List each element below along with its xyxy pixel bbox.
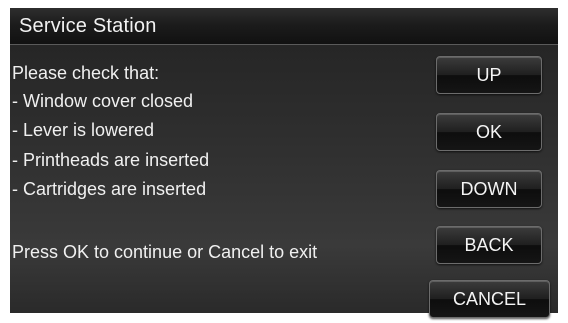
page-title: Service Station xyxy=(19,15,157,37)
checklist-item-window-cover: - Window cover closed xyxy=(12,91,194,111)
printer-screen: Service Station Please check that: - Win… xyxy=(0,0,568,323)
ok-button[interactable]: OK xyxy=(436,113,542,151)
checklist-item-printheads: - Printheads are inserted xyxy=(12,150,210,170)
title-bar: Service Station xyxy=(10,8,558,45)
ok-button-label: OK xyxy=(475,121,502,142)
checklist-item-lever: - Lever is lowered xyxy=(12,120,155,140)
down-button[interactable]: DOWN xyxy=(436,170,542,208)
up-button-label: UP xyxy=(476,64,502,85)
cancel-button[interactable]: CANCEL xyxy=(429,280,550,318)
down-button-label: DOWN xyxy=(460,178,518,199)
checklist-heading: Please check that: xyxy=(12,63,160,83)
instruction-text: Press OK to continue or Cancel to exit xyxy=(12,242,318,262)
cancel-button-label: CANCEL xyxy=(452,288,527,309)
back-button-label: BACK xyxy=(464,234,514,255)
up-button[interactable]: UP xyxy=(436,56,542,94)
checklist-item-cartridges: - Cartridges are inserted xyxy=(12,179,207,199)
back-button[interactable]: BACK xyxy=(436,226,542,264)
